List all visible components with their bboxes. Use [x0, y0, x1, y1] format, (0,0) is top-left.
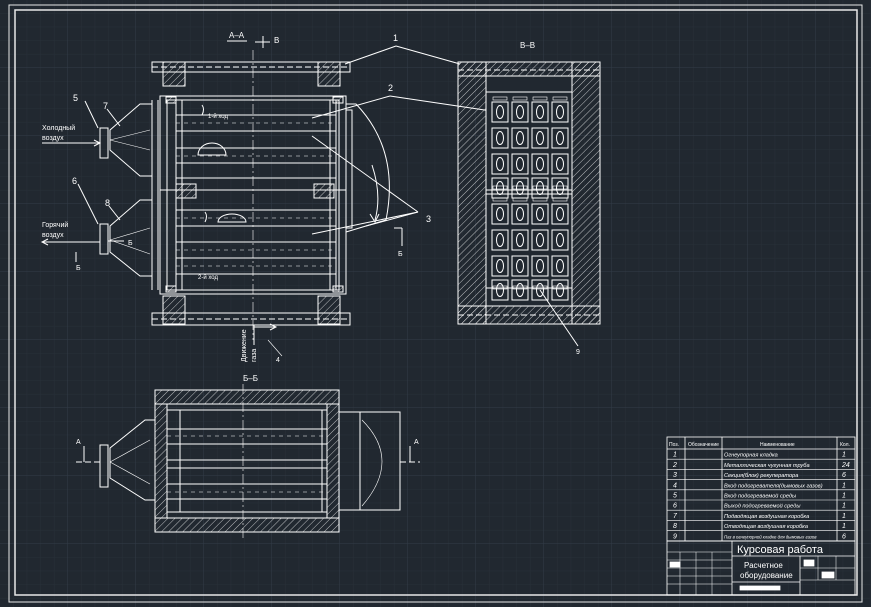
section-aa-arrow-label: В [274, 36, 279, 45]
spec-row-pos: 3 [673, 472, 677, 479]
spec-row-qty: 24 [841, 462, 850, 469]
spec-header-name: Наименование [760, 442, 795, 448]
spec-row-pos: 5 [673, 493, 677, 500]
spec-row-name: Секция(блок) рекуператора [724, 473, 798, 479]
spec-row-name: Вход подогреваемой среды [724, 493, 796, 500]
spec-row-qty: 6 [842, 472, 846, 479]
spec-row-qty: 1 [842, 452, 846, 459]
gas-movement-label-2: газа [251, 349, 258, 362]
cut-b-mid-label: Б [128, 240, 133, 247]
spec-row-pos: 2 [672, 462, 677, 469]
spec-row-name: Паз в огнеупорной кладке для дымовых газ… [724, 534, 817, 539]
title-block-subtitle-2: оборудование [740, 571, 793, 580]
spec-row-qty: 1 [842, 523, 846, 530]
pass-2-label: 2-й ход [198, 274, 218, 281]
spec-row-name: Выход подогреваемой среды [724, 503, 800, 510]
cad-drawing: А–А В 1-й ход 2-й ход Б Холодный воздух … [0, 0, 871, 607]
cut-b-right-label: Б [398, 251, 403, 258]
spec-header-designation: Обозначение [688, 442, 719, 448]
title-block-title: Курсовая работа [737, 544, 824, 556]
callout-3: 3 [426, 214, 431, 224]
section-bb-label: Б–Б [243, 374, 258, 383]
section-vv-label: В–В [520, 41, 535, 50]
spec-row-pos: 4 [673, 482, 677, 489]
cold-air-label-2: воздух [42, 135, 64, 142]
cut-a-right-label: А [414, 439, 419, 446]
callout-1: 1 [393, 33, 398, 43]
callout-6: 6 [72, 176, 77, 186]
spec-row-name: Огнеупорная кладка [724, 453, 778, 459]
spec-row-name: Вход подогревателя(дымовых газов) [724, 483, 823, 489]
callout-5: 5 [73, 93, 78, 103]
spec-row-name: Отводящая воздушная коробка [724, 524, 808, 530]
callout-4: 4 [276, 357, 280, 364]
callout-9: 9 [576, 349, 580, 356]
title-block-subtitle-1: Расчетное [744, 561, 783, 570]
spec-row-qty: 1 [842, 503, 846, 510]
hot-air-label-1: Горячий [42, 221, 68, 229]
spec-row-pos: 6 [673, 503, 677, 510]
spec-row-qty: 1 [842, 482, 846, 489]
hot-air-label-2: воздух [42, 232, 64, 239]
spec-row-name: Металлическая чугунная труба [724, 463, 810, 469]
cut-a-left-label: А [76, 439, 81, 446]
section-aa-label: А–А [229, 31, 245, 40]
spec-row-name: Подводящая воздушная коробка [724, 514, 809, 520]
spec-row-qty: 1 [842, 513, 846, 520]
callout-7: 7 [103, 101, 108, 111]
gas-movement-label-1: Движение [241, 329, 248, 362]
spec-row-qty: 6 [842, 533, 846, 540]
spec-header-qty: Кол. [840, 442, 850, 448]
spec-row-pos: 9 [673, 533, 677, 540]
spec-header-pos: Поз. [669, 442, 679, 448]
callout-8: 8 [105, 198, 110, 208]
pass-1-label: 1-й ход [208, 113, 228, 120]
callout-2: 2 [388, 83, 393, 93]
cold-air-label-1: Холодный [42, 124, 75, 132]
spec-row-pos: 1 [673, 452, 677, 459]
spec-row-qty: 1 [842, 493, 846, 500]
cut-b-left-label: Б [76, 265, 81, 272]
spec-row-pos: 8 [673, 523, 677, 530]
section-vv-view: В–В 9 [457, 41, 601, 356]
